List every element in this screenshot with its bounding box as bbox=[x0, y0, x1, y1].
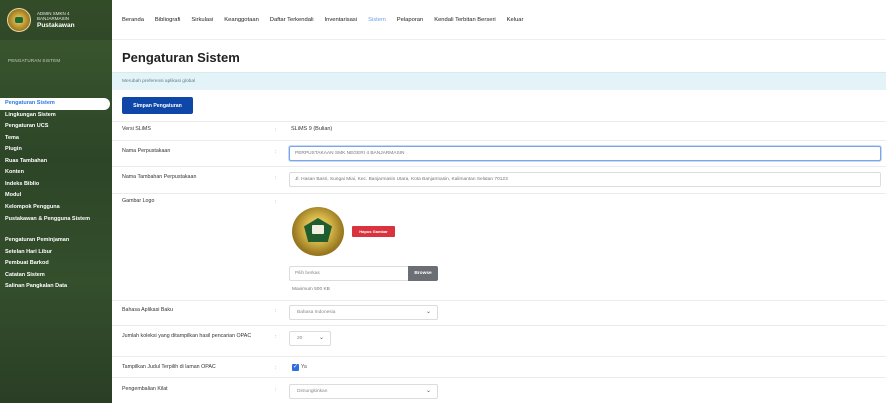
page-title: Pengaturan Sistem bbox=[122, 50, 240, 65]
nav-beranda[interactable]: Beranda bbox=[122, 17, 144, 23]
nav-daftar-terkendali[interactable]: Daftar Terkendali bbox=[270, 17, 314, 23]
sidebar-item-salinan-pangkalan-data[interactable]: Salinan Pangkalan Data bbox=[0, 281, 112, 293]
sidebar-item-pengaturan-ucs[interactable]: Pengaturan UCS bbox=[0, 121, 112, 133]
quick-return-value: Dimungkinkan bbox=[297, 389, 328, 394]
sidebar-item-pengaturan-peminjaman[interactable]: Pengaturan Peminjaman bbox=[0, 235, 112, 247]
nav-kendali-terbitan-berseri[interactable]: Kendali Terbitan Berseri bbox=[434, 17, 495, 23]
opac-count-label: Jumlah koleksi yang ditampilkan hasil pe… bbox=[122, 333, 252, 339]
promoted-titles-label: Tampilkan Judul Terpilih di laman OPAC bbox=[122, 364, 216, 370]
org-line-2: BANJARMASIN bbox=[37, 16, 70, 21]
colon: : bbox=[275, 365, 277, 371]
chevron-down-icon: ⌄ bbox=[318, 335, 324, 341]
remove-image-button[interactable]: Hapus Gambar bbox=[352, 226, 395, 237]
sidebar-item-setelan-hari-libur[interactable]: Setelan Hari Libur bbox=[0, 247, 112, 259]
divider bbox=[112, 377, 886, 378]
promoted-titles-checkbox[interactable]: ✓ bbox=[292, 364, 299, 371]
nav-sirkulasi[interactable]: Sirkulasi bbox=[191, 17, 213, 23]
divider bbox=[112, 193, 886, 194]
language-select-value: Bahasa Indonesia bbox=[297, 310, 336, 315]
chevron-down-icon: ⌄ bbox=[425, 309, 431, 315]
colon: : bbox=[275, 175, 277, 181]
divider bbox=[112, 325, 886, 326]
promoted-titles-checkbox-label: Ya bbox=[301, 364, 307, 370]
sidebar-item-lingkungan-sistem[interactable]: Lingkungan Sistem bbox=[0, 110, 112, 122]
library-name-input[interactable]: PERPUSTAKAAN SMK NEGERI 4 BANJARMASIN bbox=[289, 146, 881, 161]
sidebar: ADMIN SMKN 4 BANJARMASIN Pustakawan PENG… bbox=[0, 0, 112, 403]
divider bbox=[112, 166, 886, 167]
colon: : bbox=[275, 127, 277, 133]
divider bbox=[112, 121, 886, 122]
colon: : bbox=[275, 308, 277, 314]
sidebar-item-pengaturan-sistem[interactable]: Pengaturan Sistem bbox=[0, 98, 110, 110]
sidebar-item-tema[interactable]: Tema bbox=[0, 133, 112, 145]
sidebar-item-catatan-sistem[interactable]: Catatan Sistem bbox=[0, 270, 112, 282]
nav-sistem[interactable]: Sistem bbox=[368, 17, 386, 23]
sidebar-item-ruas-tambahan[interactable]: Ruas Tambahan bbox=[0, 156, 112, 168]
org-name: ADMIN SMKN 4 BANJARMASIN bbox=[37, 11, 75, 21]
colon: : bbox=[275, 387, 277, 393]
nav-pelaporan[interactable]: Pelaporan bbox=[397, 17, 423, 23]
opac-count-select[interactable]: 20 ⌄ bbox=[289, 331, 331, 346]
colon: : bbox=[275, 149, 277, 155]
language-label: Bahasa Aplikasi Baku bbox=[122, 307, 173, 313]
top-navigation: Beranda Bibliografi Sirkulasi Keanggotaa… bbox=[112, 0, 886, 40]
max-size-note: Maximum 500 KB bbox=[292, 287, 330, 292]
library-logo-image bbox=[292, 207, 344, 256]
library-subname-label: Nama Tambahan Perpustakaan bbox=[122, 174, 197, 180]
chevron-down-icon: ⌄ bbox=[425, 388, 431, 394]
browse-button[interactable]: Browse bbox=[408, 266, 438, 281]
library-logo bbox=[7, 8, 31, 32]
save-settings-button[interactable]: Simpan Pengaturan bbox=[122, 97, 193, 114]
quick-return-select[interactable]: Dimungkinkan ⌄ bbox=[289, 384, 438, 399]
quick-return-label: Pengembalian Kilat bbox=[122, 386, 168, 392]
nav-inventarisasi[interactable]: Inventarisasi bbox=[325, 17, 358, 23]
sidebar-section-title: PENGATURAN SISTEM bbox=[8, 58, 61, 63]
nav-keluar[interactable]: Keluar bbox=[507, 17, 524, 23]
app-name: Pustakawan bbox=[37, 22, 75, 29]
sidebar-item-modul[interactable]: Modul bbox=[0, 190, 112, 202]
language-select[interactable]: Bahasa Indonesia ⌄ bbox=[289, 305, 438, 320]
nav-keanggotaan[interactable]: Keanggotaan bbox=[224, 17, 259, 23]
sidebar-menu: Pengaturan Sistem Lingkungan Sistem Peng… bbox=[0, 98, 112, 293]
colon: : bbox=[275, 199, 277, 205]
nav-bibliografi[interactable]: Bibliografi bbox=[155, 17, 180, 23]
sidebar-item-kelompok-pengguna[interactable]: Kelompok Pengguna bbox=[0, 202, 112, 214]
divider bbox=[112, 140, 886, 141]
divider bbox=[112, 300, 886, 301]
divider bbox=[112, 356, 886, 357]
sidebar-header: ADMIN SMKN 4 BANJARMASIN Pustakawan bbox=[0, 0, 112, 40]
sidebar-item-plugin[interactable]: Plugin bbox=[0, 144, 112, 156]
opac-count-value: 20 bbox=[297, 336, 303, 341]
logo-label: Gambar Logo bbox=[122, 198, 155, 204]
sidebar-item-pustakawan-pengguna[interactable]: Pustakawan & Pengguna Sistem bbox=[0, 213, 112, 235]
colon: : bbox=[275, 334, 277, 340]
version-value: SLiMS 9 (Bulian) bbox=[291, 126, 333, 132]
sidebar-item-pembuat-barkod[interactable]: Pembuat Barkod bbox=[0, 258, 112, 270]
sidebar-item-konten[interactable]: Konten bbox=[0, 167, 112, 179]
version-label: Versi SLiMS bbox=[122, 126, 151, 132]
library-name-label: Nama Perpustakaan bbox=[122, 148, 171, 154]
info-bar: Merubah preferensi aplikasi global bbox=[112, 72, 886, 90]
library-subname-input[interactable]: Jl. Hasan Basri, Sungai Miai, Kec. Banja… bbox=[289, 172, 881, 187]
sidebar-item-indeks-biblio[interactable]: Indeks Biblio bbox=[0, 179, 112, 191]
file-input[interactable]: Pilih berkas bbox=[289, 266, 409, 281]
